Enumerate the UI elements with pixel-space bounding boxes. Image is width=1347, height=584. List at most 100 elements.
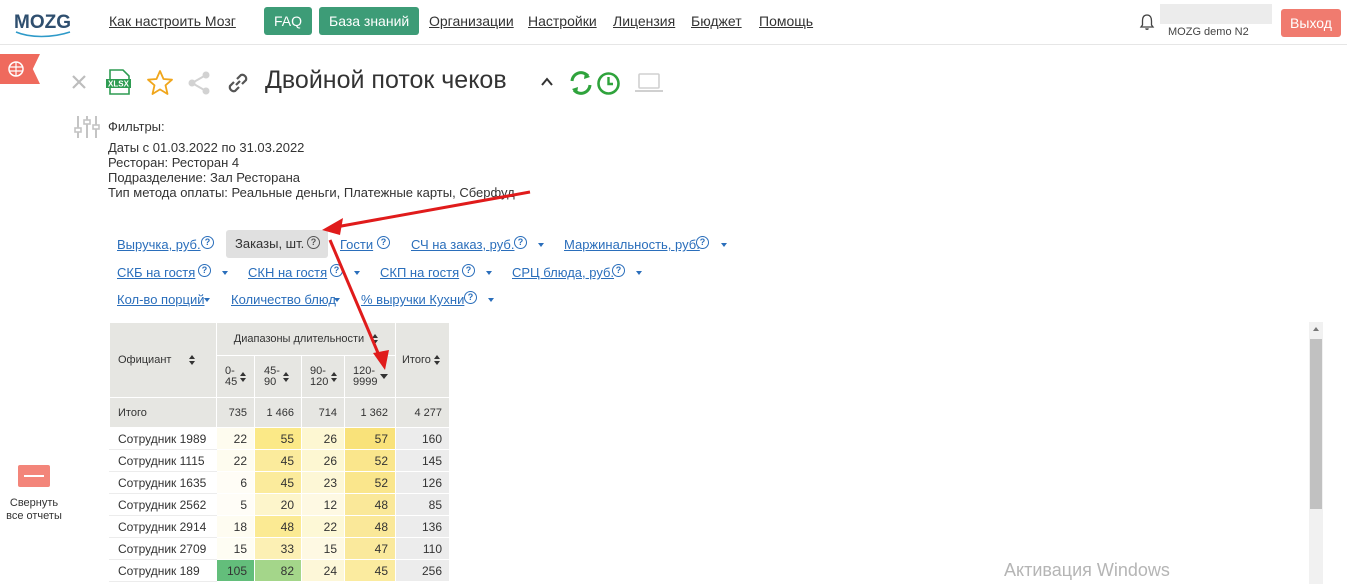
col-total-header[interactable]: Итого <box>395 322 450 398</box>
help-icon[interactable]: ? <box>514 236 527 249</box>
metric-dishes[interactable]: Количество блюд <box>231 292 336 307</box>
report-table: Официант Диапазоны длительности Итого 0-… <box>109 322 450 582</box>
table-row: Сотрудник 189 105 82 24 45 256 <box>109 559 450 582</box>
scrollbar-thumb[interactable] <box>1310 339 1322 509</box>
sort-icon[interactable] <box>282 371 289 382</box>
value-cell: 23 <box>301 471 345 494</box>
total-cell: 714 <box>301 397 345 428</box>
help-icon[interactable]: ? <box>330 264 343 277</box>
range-line-2: 120 <box>310 375 329 388</box>
table-row: Сотрудник 2709 15 33 15 47 110 <box>109 537 450 560</box>
metric-kitchen-share[interactable]: % выручки Кухни <box>361 292 464 307</box>
filters-icon[interactable] <box>73 113 101 141</box>
nav-license[interactable]: Лицензия <box>613 13 675 29</box>
col-range-45-90[interactable]: 45- 90 <box>254 355 302 398</box>
bell-icon[interactable] <box>1139 13 1155 31</box>
metric-portions[interactable]: Кол-во порций <box>117 292 205 307</box>
close-icon[interactable] <box>71 74 87 90</box>
grand-total-cell: 4 277 <box>395 397 450 428</box>
table-row: Сотрудник 1635 6 45 23 52 126 <box>109 471 450 494</box>
collapse-all-label[interactable]: Свернуть все отчеты <box>0 497 68 523</box>
metric-src[interactable]: СРЦ блюда, руб. <box>512 265 614 280</box>
total-row-label: Итого <box>109 397 217 428</box>
value-cell: 45 <box>344 559 396 582</box>
help-icon[interactable]: ? <box>464 291 477 304</box>
value-cell: 45 <box>254 471 302 494</box>
row-total-cell: 126 <box>395 471 450 494</box>
dropdown-caret-icon[interactable] <box>488 298 494 302</box>
metric-skp[interactable]: СКП на гостя <box>380 265 459 280</box>
sort-icon[interactable] <box>240 371 247 382</box>
sort-icon[interactable] <box>433 355 440 366</box>
metric-revenue[interactable]: Выручка, руб. <box>117 237 201 252</box>
col-duration-group-header[interactable]: Диапазоны длительности <box>216 322 396 356</box>
nav-budget[interactable]: Бюджет <box>691 13 742 29</box>
metric-skn[interactable]: СКН на гостя <box>248 265 327 280</box>
help-icon[interactable]: ? <box>198 264 211 277</box>
refresh-icon[interactable] <box>568 70 594 96</box>
nav-organizations[interactable]: Организации <box>429 13 514 29</box>
table-row: Сотрудник 2562 5 20 12 48 85 <box>109 493 450 516</box>
metric-guests[interactable]: Гости <box>340 237 373 252</box>
svg-text:MOZG: MOZG <box>14 12 71 33</box>
collapse-all-button[interactable] <box>18 465 50 487</box>
value-cell: 22 <box>216 449 255 472</box>
row-total-cell: 160 <box>395 427 450 450</box>
metric-avg-check[interactable]: СЧ на заказ, руб. <box>411 237 514 252</box>
chevron-up-icon[interactable] <box>540 76 554 88</box>
logout-button[interactable]: Выход <box>1281 9 1341 37</box>
value-cell: 57 <box>344 427 396 450</box>
nav-settings[interactable]: Настройки <box>528 13 597 29</box>
col-waiter-header[interactable]: Официант <box>109 322 217 398</box>
filter-payment-label: Тип метода оплаты: <box>108 185 228 200</box>
value-cell: 26 <box>301 449 345 472</box>
table-total-row: Итого 735 1 466 714 1 362 4 277 <box>109 397 450 428</box>
dropdown-caret-icon[interactable] <box>538 243 544 247</box>
sort-icon[interactable] <box>331 371 338 382</box>
sort-icon[interactable] <box>372 334 379 345</box>
link-icon[interactable] <box>225 70 251 96</box>
waiter-name-cell: Сотрудник 1115 <box>109 449 217 472</box>
help-icon[interactable]: ? <box>377 236 390 249</box>
metric-margin[interactable]: Маржинальность, руб. <box>564 237 700 252</box>
help-icon[interactable]: ? <box>612 264 625 277</box>
metric-orders-label: Заказы, шт. <box>235 236 305 251</box>
share-icon[interactable] <box>186 70 212 96</box>
user-name[interactable]: MOZG demo N2 <box>1168 26 1249 38</box>
clock-icon[interactable] <box>596 71 621 96</box>
nav-help[interactable]: Помощь <box>759 13 813 29</box>
help-icon[interactable]: ? <box>201 236 214 249</box>
col-range-90-120[interactable]: 90- 120 <box>301 355 345 398</box>
col-total-label: Итого <box>402 354 431 366</box>
sort-desc-icon[interactable] <box>380 374 389 379</box>
col-range-0-45[interactable]: 0- 45 <box>216 355 255 398</box>
total-cell: 735 <box>216 397 255 428</box>
value-cell: 105 <box>216 559 255 582</box>
value-cell: 15 <box>301 537 345 560</box>
help-icon[interactable]: ? <box>462 264 475 277</box>
dropdown-caret-icon[interactable] <box>222 271 228 275</box>
filter-dates: Даты с 01.03.2022 по 31.03.2022 <box>108 140 515 155</box>
help-icon[interactable]: ? <box>307 236 320 249</box>
dropdown-caret-icon[interactable] <box>486 271 492 275</box>
range-line-2: 45 <box>225 375 238 388</box>
dropdown-caret-icon[interactable] <box>204 298 210 302</box>
dropdown-caret-icon[interactable] <box>636 271 642 275</box>
side-menu-tag[interactable] <box>0 54 40 84</box>
dropdown-caret-icon[interactable] <box>354 271 360 275</box>
help-icon[interactable]: ? <box>696 236 709 249</box>
knowledge-base-button[interactable]: База знаний <box>319 7 420 35</box>
nav-how-to-setup[interactable]: Как настроить Мозг <box>109 13 236 29</box>
sort-icon[interactable] <box>189 355 196 366</box>
metric-skb[interactable]: СКБ на гостя <box>117 265 195 280</box>
laptop-icon[interactable] <box>634 72 664 94</box>
col-range-120-9999[interactable]: 120- 9999 <box>344 355 396 398</box>
dropdown-caret-icon[interactable] <box>721 243 727 247</box>
faq-button[interactable]: FAQ <box>264 7 313 35</box>
scroll-up-icon[interactable] <box>1313 327 1319 331</box>
star-icon[interactable] <box>146 69 174 97</box>
mozg-logo[interactable]: MOZG <box>12 6 74 38</box>
xlsx-export-icon[interactable]: XLSX <box>105 68 133 96</box>
user-avatar-area[interactable] <box>1160 4 1272 24</box>
dropdown-caret-icon[interactable] <box>334 298 340 302</box>
